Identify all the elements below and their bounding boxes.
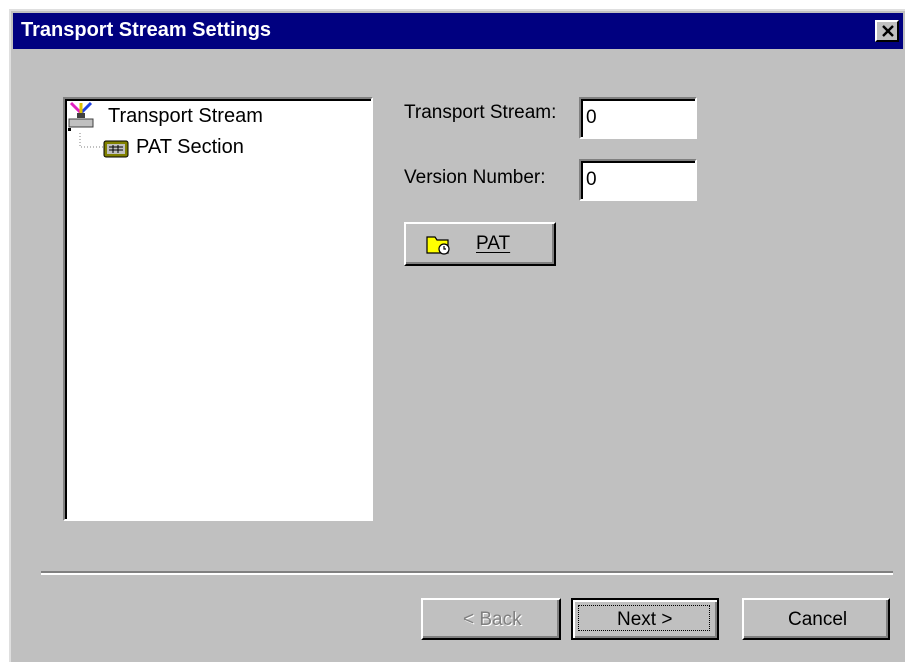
next-button-label: Next >	[617, 609, 673, 630]
version-number-label: Version Number:	[404, 167, 546, 188]
pat-button-label: PAT	[476, 233, 511, 254]
folder-clock-icon	[426, 236, 450, 255]
next-button[interactable]: Next >	[571, 598, 719, 640]
transport-stream-label: Transport Stream:	[404, 102, 557, 123]
close-icon	[882, 25, 894, 37]
dialog-window: Transport Stream Settings Transport Stre…	[9, 9, 905, 662]
tree-view[interactable]: Transport Stream PAT Section	[63, 97, 373, 521]
tree-item-pat-section[interactable]: PAT Section	[136, 136, 244, 159]
cancel-button[interactable]: Cancel	[742, 598, 890, 640]
transport-stream-icon	[68, 101, 94, 131]
version-number-field[interactable]	[579, 159, 697, 201]
title-bar[interactable]: Transport Stream Settings	[13, 13, 903, 49]
separator	[41, 571, 893, 575]
pat-button[interactable]: PAT	[404, 222, 556, 266]
close-button[interactable]	[875, 20, 899, 42]
section-table-icon	[103, 140, 129, 158]
back-button-label: < Back	[463, 609, 522, 630]
transport-stream-field[interactable]	[579, 97, 697, 139]
tree-item-transport-stream[interactable]: Transport Stream	[108, 105, 263, 128]
back-button[interactable]: < Back	[421, 598, 561, 640]
cancel-button-label: Cancel	[788, 609, 848, 630]
window-title: Transport Stream Settings	[21, 19, 272, 41]
